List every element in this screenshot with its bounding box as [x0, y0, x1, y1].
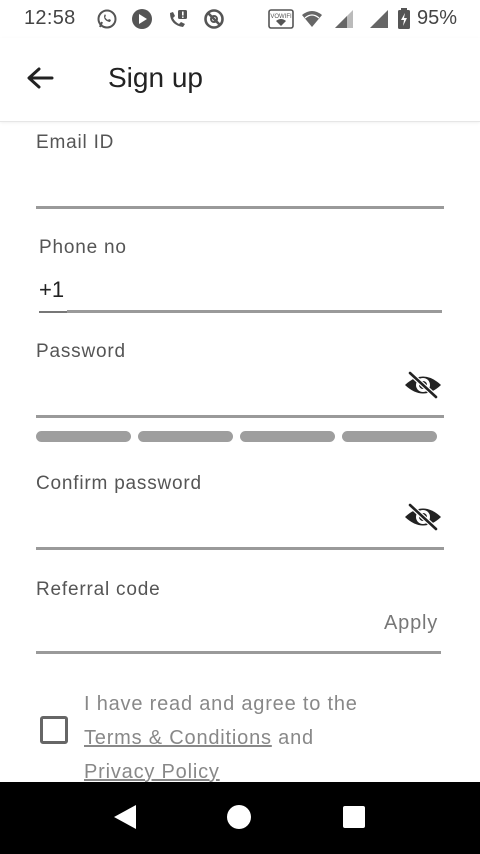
confirm-password-field[interactable]	[36, 506, 396, 542]
nav-recents-icon	[341, 804, 367, 835]
missed-call-icon	[167, 8, 189, 30]
password-underline	[36, 415, 444, 418]
terms-text: I have read and agree to the Terms & Con…	[84, 687, 404, 782]
referral-underline	[36, 651, 441, 654]
phone-label: Phone no	[39, 237, 127, 258]
apply-button[interactable]: Apply	[384, 612, 438, 635]
email-field[interactable]	[36, 168, 444, 204]
password-field[interactable]	[36, 374, 396, 410]
terms-checkbox[interactable]	[40, 716, 68, 744]
strength-segment	[342, 431, 437, 442]
referral-code-field[interactable]	[36, 610, 376, 646]
vowifi-icon: VOWIFI	[268, 8, 294, 30]
signal-icon-2	[368, 8, 390, 30]
nav-recents-button[interactable]	[339, 804, 369, 834]
page-title: Sign up	[108, 62, 203, 93]
country-code[interactable]: +1	[39, 277, 64, 303]
email-underline	[36, 206, 444, 209]
confirm-password-underline	[36, 547, 444, 550]
status-time: 12:58	[24, 7, 76, 29]
nav-back-button[interactable]	[110, 804, 140, 834]
referral-label: Referral code	[36, 579, 161, 600]
confirm-password-label: Confirm password	[36, 473, 202, 494]
terms-prefix: I have read and agree to the	[84, 693, 358, 715]
strength-segment	[36, 431, 131, 442]
privacy-link[interactable]: Privacy Policy	[84, 761, 220, 782]
navigation-bar	[0, 782, 480, 854]
eye-off-icon	[403, 502, 443, 537]
media-icon	[131, 8, 153, 30]
status-bar: 12:58 VOWIFI 95%	[0, 0, 480, 38]
nav-home-icon	[225, 803, 253, 836]
phone-underline	[67, 310, 442, 313]
terms-conjunction: and	[278, 727, 314, 749]
back-button[interactable]	[22, 62, 58, 98]
arrow-back-icon	[26, 66, 54, 95]
country-code-underline	[39, 311, 67, 313]
strength-segment	[240, 431, 335, 442]
email-label: Email ID	[36, 132, 115, 153]
app-bar: Sign up	[0, 38, 480, 122]
password-label: Password	[36, 341, 126, 362]
battery-percent: 95%	[417, 7, 458, 29]
password-visibility-toggle[interactable]	[401, 370, 445, 404]
whatsapp-icon	[96, 8, 118, 30]
blocked-icon	[203, 8, 225, 30]
confirm-password-visibility-toggle[interactable]	[401, 502, 445, 536]
wifi-icon	[301, 8, 323, 30]
terms-link[interactable]: Terms & Conditions	[84, 727, 272, 749]
signal-icon	[333, 8, 355, 30]
nav-home-button[interactable]	[224, 804, 254, 834]
signup-form: Email ID Phone no +1 Password Confirm pa…	[0, 122, 480, 782]
battery-charging-icon	[396, 8, 412, 30]
phone-field[interactable]	[70, 274, 442, 308]
strength-segment	[138, 431, 233, 442]
eye-off-icon	[403, 370, 443, 405]
nav-back-icon	[112, 803, 138, 836]
